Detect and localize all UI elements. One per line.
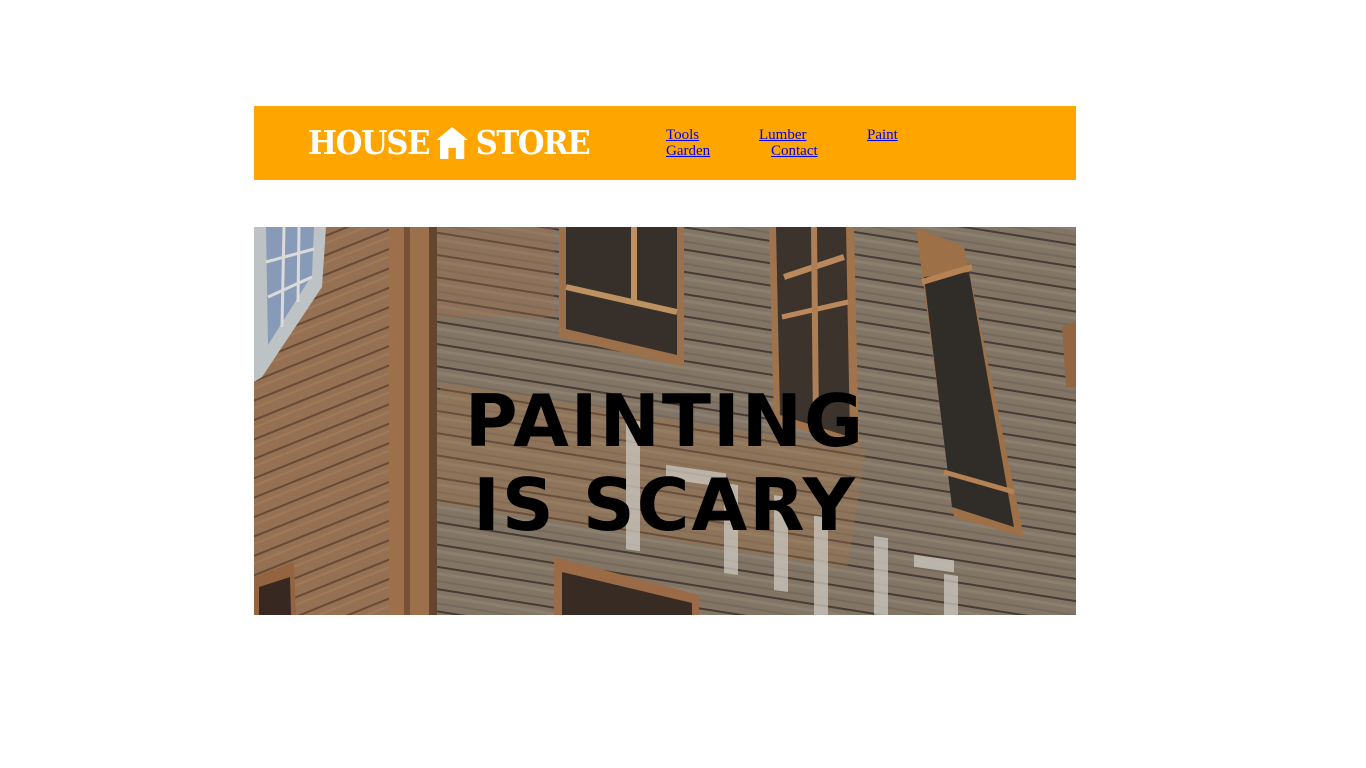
- logo-text-house: HOUSE: [308, 123, 430, 162]
- nav-link-contact[interactable]: Contact: [771, 143, 818, 159]
- site-logo[interactable]: HOUSE STORE: [308, 123, 591, 162]
- nav-link-garden[interactable]: Garden: [666, 143, 710, 159]
- hero-title-line1: PAINTING: [464, 379, 866, 463]
- hero-title-line2: IS SCARY: [473, 463, 857, 547]
- nav-link-paint[interactable]: Paint: [867, 127, 898, 143]
- hero-title: PAINTING IS SCARY: [254, 379, 1076, 547]
- logo-text-store: STORE: [475, 123, 591, 162]
- nav-link-tools[interactable]: Tools: [666, 127, 699, 143]
- house-icon: [436, 126, 469, 160]
- site-header: HOUSE STORE Tools Lumber Paint Garden Co…: [254, 106, 1076, 180]
- hero-banner: PAINTING IS SCARY: [254, 227, 1076, 615]
- nav-link-lumber[interactable]: Lumber: [759, 127, 806, 143]
